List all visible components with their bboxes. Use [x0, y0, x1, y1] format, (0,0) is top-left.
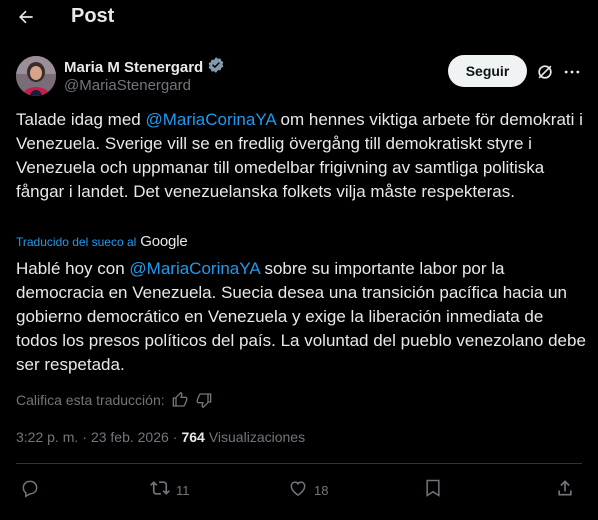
views-count: 764 — [181, 429, 205, 445]
translation-attribution: Traducido del sueco al Google — [16, 233, 188, 250]
author-name-row: Maria M Stenergard — [64, 56, 225, 79]
share-button[interactable] — [555, 478, 575, 503]
post-text-before: Talade idag med — [16, 110, 146, 129]
rate-translation-label: Califica esta traducción: — [16, 392, 165, 408]
repost-button[interactable]: 11 — [150, 478, 190, 503]
bookmark-button[interactable] — [423, 478, 443, 503]
thumbs-up-icon[interactable] — [171, 391, 189, 409]
post-time[interactable]: 3:22 p. m. — [16, 429, 78, 445]
post-meta: 3:22 p. m. · 23 feb. 2026 · 764 Visualiz… — [16, 429, 305, 445]
rate-translation: Califica esta traducción: — [16, 391, 213, 409]
author-name[interactable]: Maria M Stenergard — [64, 59, 203, 76]
like-count: 18 — [314, 483, 329, 498]
meta-dot: · — [82, 429, 87, 445]
repost-icon — [150, 478, 170, 503]
post-date[interactable]: 23 feb. 2026 — [91, 429, 169, 445]
post-text-original: Talade idag med @MariaCorinaYA om hennes… — [16, 108, 586, 204]
like-button[interactable]: 18 — [288, 478, 328, 503]
translated-label[interactable]: Traducido del sueco al — [16, 235, 136, 249]
post-text-translated: Hablé hoy con @MariaCorinaYA sobre su im… — [16, 257, 586, 377]
more-options-icon[interactable] — [562, 62, 582, 82]
heart-icon — [288, 478, 308, 503]
share-icon — [555, 478, 575, 503]
arrow-left-icon[interactable] — [14, 6, 38, 28]
reply-button[interactable] — [20, 478, 40, 503]
reply-icon — [20, 478, 40, 503]
post-header: Post — [0, 0, 598, 34]
mention-link-translated[interactable]: @MariaCorinaYA — [129, 259, 259, 278]
avatar[interactable] — [16, 56, 56, 96]
mention-link[interactable]: @MariaCorinaYA — [145, 110, 275, 129]
page-title: Post — [71, 5, 115, 27]
repost-count: 11 — [176, 483, 190, 498]
translated-text-before: Hablé hoy con — [16, 259, 130, 278]
meta-dot-2: · — [172, 429, 178, 445]
follow-button[interactable]: Seguir — [448, 55, 527, 87]
action-bar: 11 18 — [0, 478, 598, 502]
divider — [16, 463, 582, 464]
author-handle[interactable]: @MariaStenergard — [64, 77, 191, 94]
views-label: Visualizaciones — [208, 429, 306, 445]
google-logo: Google — [140, 233, 188, 250]
bookmark-icon — [423, 478, 443, 503]
verified-badge-icon — [207, 56, 225, 79]
grok-icon[interactable] — [535, 62, 555, 82]
thumbs-down-icon[interactable] — [195, 391, 213, 409]
